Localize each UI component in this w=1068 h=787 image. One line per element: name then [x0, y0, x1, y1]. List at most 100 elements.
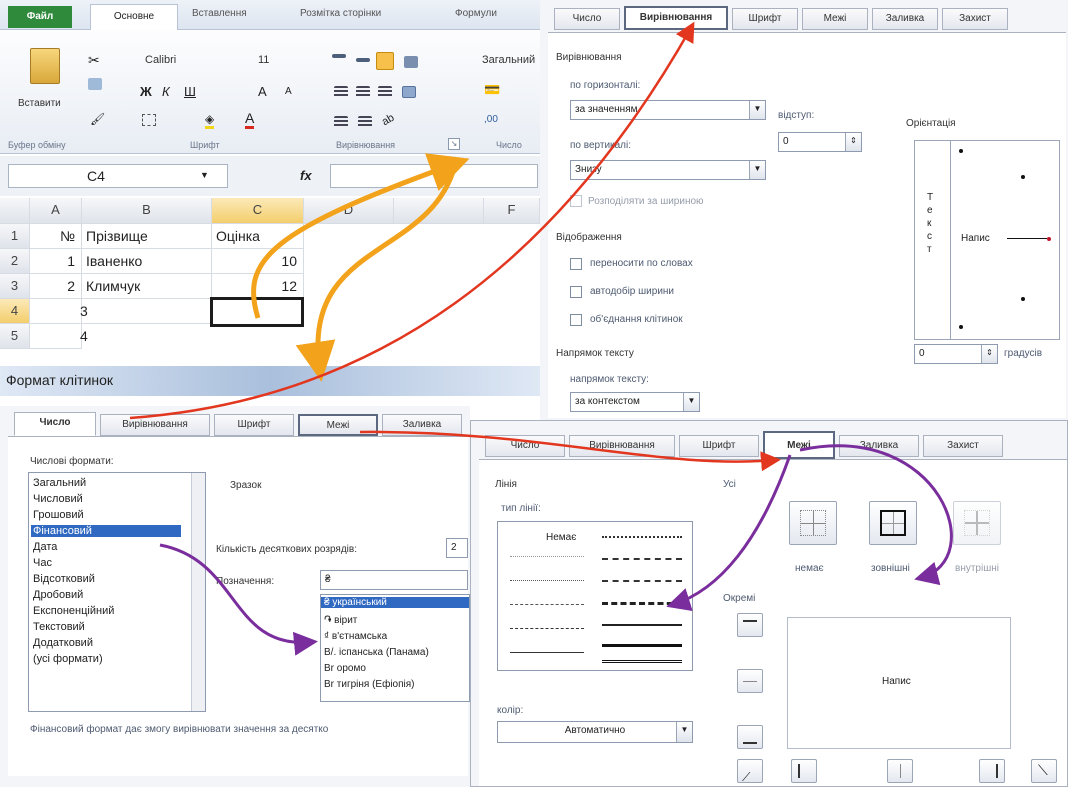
paste-icon[interactable]: [30, 48, 60, 84]
row-header[interactable]: 1: [0, 224, 30, 249]
dropdown-arrow-icon[interactable]: ▼: [683, 393, 699, 411]
tab-alignment[interactable]: Вирівнювання: [100, 414, 210, 436]
cell-c1[interactable]: Оцінка: [212, 224, 304, 249]
tab-protection[interactable]: Захист: [942, 8, 1008, 30]
align-left-icon[interactable]: [334, 86, 348, 98]
cell-a3[interactable]: 2: [30, 274, 82, 299]
line-style[interactable]: [602, 644, 682, 647]
shrink-font-icon[interactable]: A: [285, 86, 292, 97]
list-item[interactable]: Дата: [33, 541, 57, 553]
distribute-checkbox[interactable]: [570, 195, 582, 207]
italic-icon[interactable]: К: [162, 84, 170, 99]
merge-cells-checkbox[interactable]: [570, 314, 582, 326]
cell-b4[interactable]: [82, 299, 212, 324]
horizontal-select[interactable]: за значенням ▼: [570, 100, 766, 120]
line-style[interactable]: [602, 536, 682, 538]
symbol-option-selected[interactable]: ₴ український: [321, 597, 469, 608]
col-header[interactable]: C: [212, 198, 304, 224]
paste-label[interactable]: Вставити: [18, 98, 61, 109]
formats-list[interactable]: Загальний Числовий Грошовий Фінансовий Д…: [28, 472, 206, 712]
degrees-input[interactable]: 0 ⇕: [914, 344, 998, 364]
list-scrollbar[interactable]: [191, 473, 205, 711]
border-diag-down-button[interactable]: ⟍: [1031, 759, 1057, 783]
dropdown-arrow-icon[interactable]: ▼: [749, 101, 765, 119]
line-style[interactable]: [510, 628, 584, 629]
tab-border[interactable]: Межі: [802, 8, 868, 30]
vertical-select[interactable]: Знизу ▼: [570, 160, 766, 180]
decrease-indent-icon[interactable]: [334, 116, 348, 128]
tab-font[interactable]: Шрифт: [732, 8, 798, 30]
col-header[interactable]: D: [304, 198, 394, 224]
line-style[interactable]: [510, 580, 584, 581]
line-style[interactable]: [602, 580, 682, 582]
fill-color-icon[interactable]: ◈: [205, 112, 215, 129]
font-name-box[interactable]: Calibri: [145, 54, 176, 66]
line-none-label[interactable]: Немає: [546, 532, 576, 543]
cell-a4[interactable]: 3: [30, 299, 88, 324]
border-bottom-button[interactable]: [737, 725, 763, 749]
list-item[interactable]: Дробовий: [33, 589, 83, 601]
list-item[interactable]: Числовий: [33, 493, 83, 505]
decimal-icon[interactable]: ,00: [484, 114, 498, 125]
symbol-option[interactable]: ֏ вірит: [324, 615, 357, 626]
spinner-icon[interactable]: ⇕: [845, 133, 861, 151]
copy-icon[interactable]: [88, 78, 102, 90]
font-color-icon[interactable]: A: [245, 110, 255, 129]
border-middle-button[interactable]: [737, 669, 763, 693]
cell-b1[interactable]: Прізвище: [82, 224, 212, 249]
line-style[interactable]: [602, 558, 682, 560]
align-bottom-icon[interactable]: [376, 52, 394, 70]
list-item[interactable]: Час: [33, 557, 52, 569]
tab-border[interactable]: Межі: [298, 414, 378, 436]
grow-font-icon[interactable]: A: [258, 84, 267, 99]
text-direction-select[interactable]: за контекстом ▼: [570, 392, 700, 412]
border-right-button[interactable]: [979, 759, 1005, 783]
preset-inside-button[interactable]: [953, 501, 1001, 545]
color-select[interactable]: Автоматично ▼: [497, 721, 693, 743]
col-header[interactable]: B: [82, 198, 212, 224]
tab-number[interactable]: Число: [485, 435, 565, 457]
tab-alignment[interactable]: Вирівнювання: [569, 435, 675, 457]
dropdown-arrow-icon[interactable]: ▼: [749, 161, 765, 179]
name-box-dropdown-icon[interactable]: ▼: [200, 170, 209, 180]
row-header[interactable]: 3: [0, 274, 30, 299]
preset-none-button[interactable]: [789, 501, 837, 545]
name-box[interactable]: C4: [8, 164, 228, 188]
tab-font[interactable]: Шрифт: [679, 435, 759, 457]
tab-border[interactable]: Межі: [763, 431, 835, 459]
cell-a5[interactable]: 4: [30, 324, 88, 349]
align-middle-icon[interactable]: [356, 58, 370, 62]
col-header[interactable]: A: [30, 198, 82, 224]
align-right-icon[interactable]: [378, 86, 392, 98]
spinner-icon[interactable]: ⇕: [981, 345, 997, 363]
cell-c3[interactable]: 12: [212, 274, 304, 299]
row-header[interactable]: 5: [0, 324, 30, 349]
border-left-button[interactable]: [791, 759, 817, 783]
row-header[interactable]: 4: [0, 299, 30, 324]
symbol-option[interactable]: Br оромо: [324, 663, 366, 674]
list-item-selected[interactable]: Фінансовий: [31, 525, 181, 537]
tab-number[interactable]: Число: [14, 412, 96, 436]
tab-font[interactable]: Шрифт: [214, 414, 294, 436]
line-style[interactable]: [602, 660, 682, 663]
symbol-option[interactable]: ₫ в'єтнамська: [324, 631, 387, 642]
formula-input[interactable]: [330, 164, 538, 188]
underline-icon[interactable]: Ш: [184, 84, 196, 99]
font-size-box[interactable]: 11: [258, 54, 269, 66]
line-style[interactable]: [510, 652, 584, 653]
line-style[interactable]: [510, 604, 584, 605]
alignment-launcher-icon[interactable]: ↘: [448, 138, 460, 150]
list-item[interactable]: Загальний: [33, 477, 86, 489]
indent-input[interactable]: 0 ⇕: [778, 132, 862, 152]
borders-icon[interactable]: [142, 114, 156, 126]
row-header[interactable]: 2: [0, 249, 30, 274]
tab-insert[interactable]: Вставлення: [192, 8, 247, 19]
border-top-button[interactable]: [737, 613, 763, 637]
decimals-input[interactable]: 2: [446, 538, 468, 558]
col-header[interactable]: F: [484, 198, 540, 224]
align-center-icon[interactable]: [356, 86, 370, 98]
list-item[interactable]: Текстовий: [33, 621, 85, 633]
tab-alignment[interactable]: Вирівнювання: [624, 6, 728, 30]
increase-indent-icon[interactable]: [358, 116, 372, 128]
list-item[interactable]: Додатковий: [33, 637, 93, 649]
